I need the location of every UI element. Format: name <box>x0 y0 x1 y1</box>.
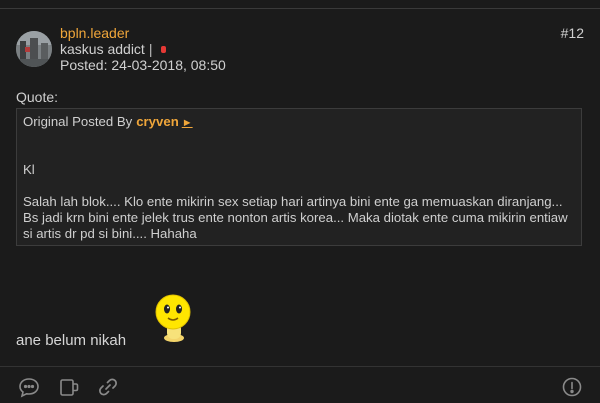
quote-line-1: Kl <box>23 162 35 177</box>
quote-label: Quote: <box>16 89 59 105</box>
report-icon[interactable] <box>561 376 583 398</box>
bottom-divider <box>0 366 600 367</box>
quote-author-link[interactable]: cryven <box>136 114 179 129</box>
user-rank: kaskus addict <box>60 41 145 57</box>
top-divider <box>0 8 600 9</box>
avatar[interactable] <box>16 31 52 67</box>
quote-original-prefix: Original Posted By <box>23 114 133 129</box>
smiley-emoticon <box>154 293 194 343</box>
post-body-text: ane belum nikah <box>16 332 127 349</box>
rank-separator: | <box>148 41 153 57</box>
quote-header: Original Posted By cryven ► <box>23 114 575 131</box>
offline-status-icon <box>161 45 167 53</box>
link-icon[interactable] <box>97 376 119 398</box>
user-rank-row: kaskus addict | <box>60 41 167 57</box>
username-link[interactable]: bpln.leader <box>60 25 129 41</box>
post-date: Posted: 24-03-2018, 08:50 <box>60 57 226 73</box>
comment-icon[interactable] <box>18 376 40 398</box>
go-to-post-arrow-icon[interactable]: ► <box>182 117 193 129</box>
mug-icon[interactable] <box>58 376 80 398</box>
quote-line-2: Salah lah blok.... Klo ente mikirin sex … <box>23 194 568 241</box>
post-container: bpln.leader kaskus addict | Posted: 24-0… <box>0 0 600 400</box>
post-number-link[interactable]: #12 <box>561 25 584 41</box>
quote-box: Original Posted By cryven ► Kl Salah lah b… <box>16 108 582 246</box>
